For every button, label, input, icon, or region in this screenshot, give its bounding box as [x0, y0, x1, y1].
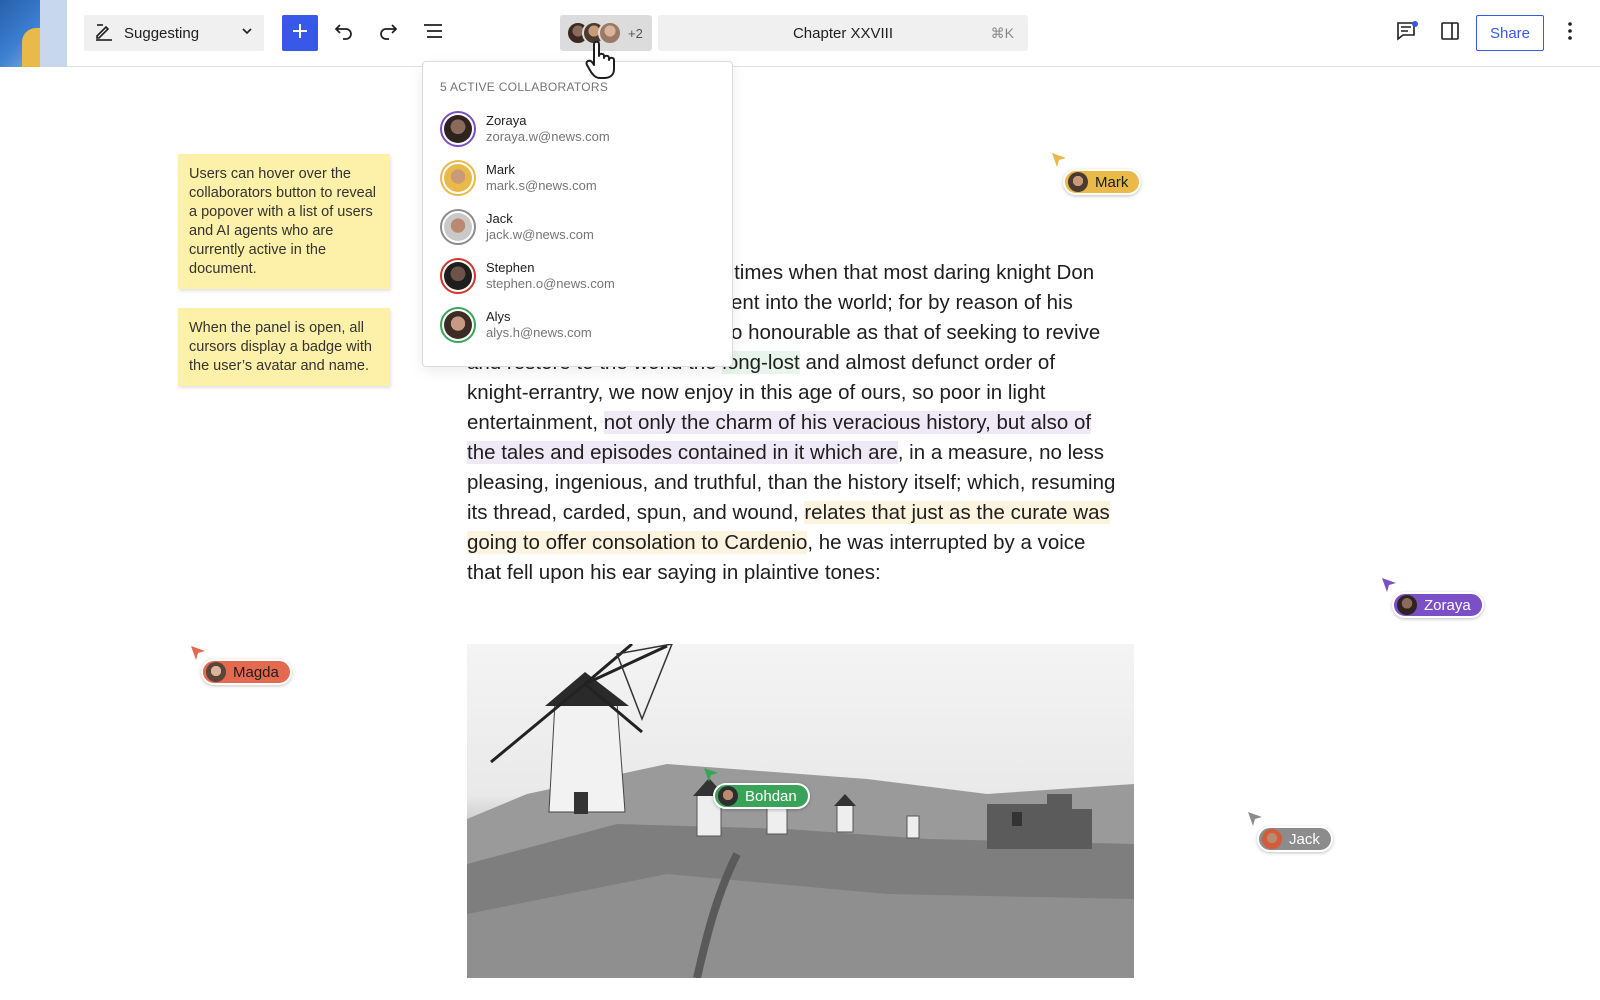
cursor-arrow-icon — [704, 768, 718, 787]
comments-button[interactable] — [1388, 15, 1424, 51]
collaborator-email: mark.s@news.com — [486, 178, 597, 193]
hand-pointer-icon — [584, 40, 620, 85]
collaborator-name: Zoraya — [486, 113, 527, 128]
active-collaborators-popover: 5 ACTIVE COLLABORATORS Zoraya zoraya.w@ne… — [422, 61, 733, 367]
keyboard-shortcut: ⌘K — [990, 24, 1014, 41]
avatar — [1068, 172, 1088, 192]
avatar — [718, 786, 738, 806]
paragraph-line: the tales and episodes contained in it w… — [467, 438, 1137, 468]
avatar — [440, 159, 476, 196]
avatar — [440, 306, 476, 343]
cursor-badge-name: Mark — [1095, 173, 1129, 191]
text-run: , he was interrupted by a voice — [807, 531, 1086, 554]
document-overview-button[interactable] — [415, 15, 451, 51]
collaborator-email: jack.w@news.com — [486, 227, 594, 242]
cursor-badge-jack: Jack — [1257, 826, 1333, 852]
cursor-arrow-icon — [1382, 578, 1396, 597]
redo-button[interactable] — [370, 15, 406, 51]
text-run: its thread, carded, spun, and wound, — [467, 501, 805, 524]
collaborator-email: zoraya.w@news.com — [486, 129, 610, 144]
site-logo[interactable] — [0, 0, 67, 67]
cursor-arrow-icon — [1248, 812, 1262, 831]
suggestion-highlight[interactable]: the tales and episodes contained in it w… — [467, 441, 898, 464]
paragraph-line: pleasing, ingenious, and truthful, than … — [467, 471, 1116, 494]
collaborator-item[interactable]: Alys alys.h@news.com — [440, 300, 715, 349]
avatar — [1397, 595, 1417, 615]
add-block-button[interactable] — [282, 15, 318, 51]
windmill-image[interactable] — [467, 644, 1134, 978]
avatar — [206, 662, 226, 682]
collaborator-name: Mark — [486, 162, 515, 177]
cursor-badge-zoraya: Zoraya — [1392, 592, 1484, 618]
avatar — [1262, 829, 1282, 849]
cursor-badge-mark: Mark — [1063, 169, 1142, 195]
pen-icon — [94, 21, 114, 45]
collaborator-item[interactable]: Mark mark.s@news.com — [440, 153, 715, 202]
cursor-arrow-icon — [1052, 153, 1066, 172]
paragraph-line: knight-errantry, we now enjoy in this ag… — [467, 381, 1046, 404]
suggestion-highlight[interactable]: going to offer consolation to Cardenio — [467, 531, 808, 554]
editing-mode-label: Suggesting — [124, 24, 200, 42]
sidebar-icon — [1439, 20, 1461, 47]
chevron-down-icon — [240, 24, 254, 42]
avatar — [440, 110, 476, 147]
editing-mode-dropdown[interactable]: Suggesting — [84, 15, 264, 51]
paragraph-line: entertainment, not only the charm of his… — [467, 408, 1137, 438]
collaborator-item[interactable]: Zoraya zoraya.w@news.com — [440, 104, 715, 153]
collaborator-name: Stephen — [486, 260, 535, 275]
collaborator-name: Jack — [486, 211, 513, 226]
notification-dot — [1412, 21, 1418, 27]
more-vertical-icon — [1567, 21, 1573, 46]
plus-icon — [291, 22, 309, 45]
document-title: Chapter XXVIII — [792, 24, 894, 42]
list-view-icon — [422, 20, 444, 47]
text-run: , in a measure, no less — [897, 441, 1105, 464]
avatar — [440, 257, 476, 294]
undo-button[interactable] — [326, 15, 362, 51]
cursor-badge-name: Magda — [233, 663, 279, 681]
sticky-note: Users can hover over the collaborators b… — [178, 154, 390, 289]
cursor-badge-magda: Magda — [201, 659, 292, 685]
paragraph-line: going to offer consolation to Cardenio, … — [467, 528, 1137, 558]
cursor-badge-name: Bohdan — [745, 787, 797, 805]
collaborator-email: stephen.o@news.com — [486, 276, 615, 291]
avatar — [440, 208, 476, 245]
paragraph-line: that fell upon his ear saying in plainti… — [467, 561, 881, 584]
more-options-button[interactable] — [1552, 15, 1588, 51]
command-palette-button[interactable]: Chapter XXVIII ⌘K — [658, 15, 1028, 51]
settings-sidebar-button[interactable] — [1432, 15, 1468, 51]
top-toolbar: Suggesting +2 Chapter XXVIII ⌘K Share — [0, 0, 1600, 67]
undo-icon — [333, 20, 355, 47]
text-run: and almost defunct order of — [799, 351, 1056, 374]
suggestion-highlight[interactable]: relates that just as the curate was — [804, 501, 1110, 524]
suggestion-highlight[interactable]: long-lost — [722, 351, 800, 374]
suggestion-highlight[interactable]: not only the charm of his veracious hist… — [603, 411, 1092, 434]
cursor-badge-bohdan: Bohdan — [713, 783, 810, 809]
text-run: entertainment, — [467, 411, 604, 434]
collaborator-item[interactable]: Stephen stephen.o@news.com — [440, 251, 715, 300]
paragraph-line: its thread, carded, spun, and wound, rel… — [467, 498, 1137, 528]
collaborator-name: Alys — [486, 309, 511, 324]
share-button[interactable]: Share — [1476, 15, 1544, 51]
more-collaborators-count: +2 — [628, 25, 643, 41]
cursor-arrow-icon — [191, 646, 205, 665]
popover-heading: 5 ACTIVE COLLABORATORS — [440, 80, 609, 94]
collaborator-email: alys.h@news.com — [486, 325, 592, 340]
sticky-note: When the panel is open, all cursors disp… — [178, 308, 390, 386]
collaborator-item[interactable]: Jack jack.w@news.com — [440, 202, 715, 251]
cursor-badge-name: Jack — [1289, 830, 1320, 848]
redo-icon — [377, 20, 399, 47]
cursor-badge-name: Zoraya — [1424, 596, 1471, 614]
